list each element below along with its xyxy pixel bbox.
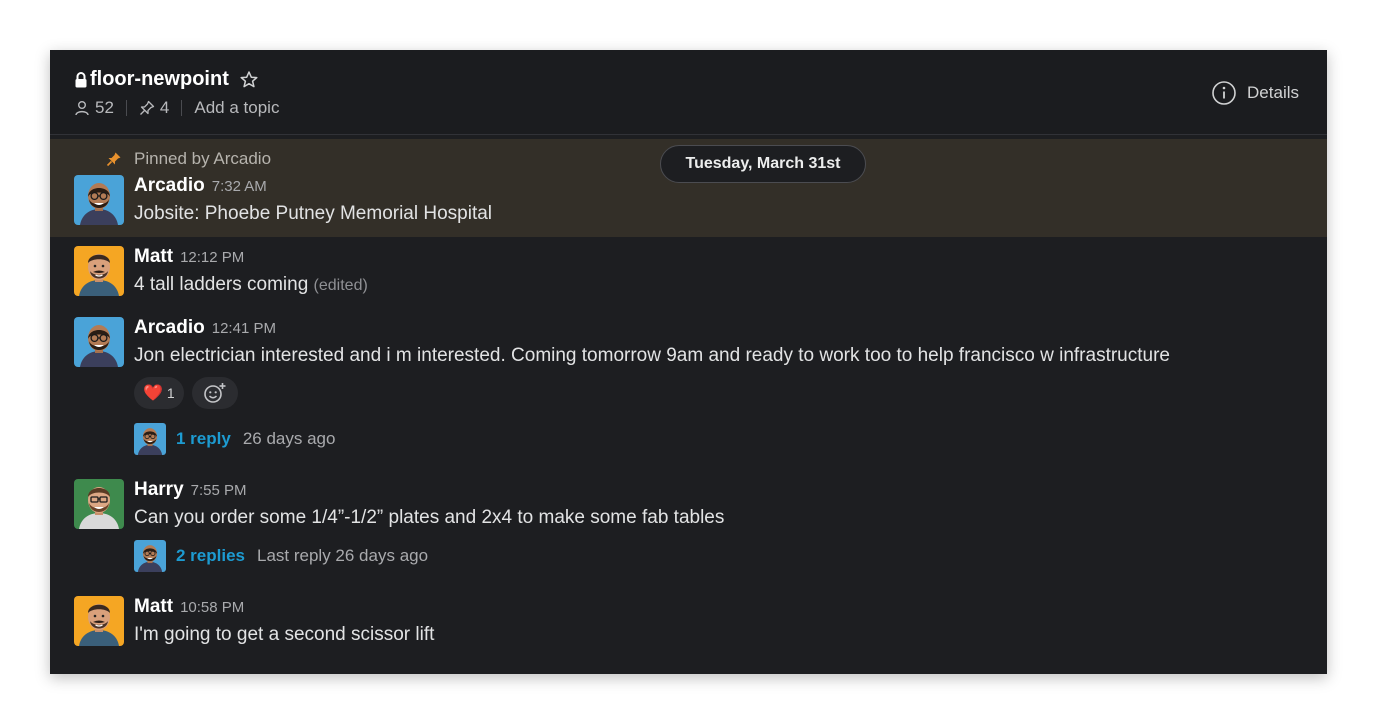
channel-header: floor-newpoint 52 4 Add a topic Details: [50, 50, 1327, 135]
thread-summary[interactable]: 1 reply 26 days ago: [134, 423, 335, 455]
timestamp[interactable]: 7:32 AM: [212, 178, 267, 195]
message-text: I'm going to get a second scissor lift: [134, 624, 435, 645]
pinned-label-row: Pinned by Arcadio: [106, 149, 271, 169]
timestamp[interactable]: 10:58 PM: [180, 599, 244, 616]
author-name[interactable]: Harry: [134, 479, 184, 501]
member-count: 52: [95, 98, 114, 117]
channel-window: floor-newpoint 52 4 Add a topic Details …: [50, 50, 1327, 674]
divider: [125, 100, 127, 116]
timestamp[interactable]: 12:41 PM: [212, 320, 276, 337]
reaction-heart[interactable]: ❤️ 1: [134, 377, 184, 409]
heart-emoji: ❤️: [143, 385, 163, 402]
message-header: Arcadio 7:32 AM: [134, 175, 267, 197]
avatar[interactable]: [74, 317, 124, 367]
add-emoji-icon: [203, 382, 227, 404]
thread-last-reply: Last reply 26 days ago: [257, 546, 429, 565]
reactions-row: ❤️ 1: [134, 377, 238, 409]
reaction-count: 1: [166, 385, 175, 401]
channel-title-row: floor-newpoint: [74, 68, 259, 91]
avatar[interactable]: [74, 175, 124, 225]
avatar[interactable]: [74, 246, 124, 296]
member-count-button[interactable]: 52: [74, 98, 114, 118]
timestamp[interactable]: 12:12 PM: [180, 249, 244, 266]
person-icon: [74, 100, 90, 116]
avatar: [134, 423, 166, 455]
message-text: Can you order some 1/4”-1/2” plates and …: [134, 507, 725, 528]
message-text: 4 tall ladders coming: [134, 274, 309, 295]
add-topic-button[interactable]: Add a topic: [194, 98, 279, 118]
date-divider[interactable]: Tuesday, March 31st: [660, 145, 866, 183]
message-header: Arcadio 12:41 PM: [134, 317, 276, 339]
lock-icon: [74, 71, 88, 89]
message-text: Jobsite: Phoebe Putney Memorial Hospital: [134, 203, 493, 224]
message-text-row: 4 tall ladders coming (edited): [134, 274, 368, 296]
pinned-by-text: Pinned by Arcadio: [134, 149, 272, 168]
thread-summary[interactable]: 2 replies Last reply 26 days ago: [134, 540, 428, 572]
message-header: Harry 7:55 PM: [134, 479, 247, 501]
channel-meta-row: 52 4 Add a topic: [74, 98, 279, 118]
channel-name[interactable]: floor-newpoint: [90, 68, 229, 91]
info-icon: [1211, 80, 1237, 106]
author-name[interactable]: Matt: [134, 246, 173, 268]
pin-count: 4: [159, 98, 170, 117]
divider: [181, 100, 183, 116]
thread-replies-link[interactable]: 2 replies: [176, 546, 245, 566]
details-button[interactable]: Details: [1211, 80, 1299, 106]
author-name[interactable]: Matt: [134, 596, 173, 618]
message-text: Jon electrician interested and i m inter…: [134, 345, 1170, 366]
thread-last-reply: 26 days ago: [242, 429, 336, 448]
details-label: Details: [1247, 83, 1299, 102]
add-reaction-button[interactable]: [191, 377, 238, 409]
message-header: Matt 12:12 PM: [134, 246, 244, 268]
pinned-count-button[interactable]: 4: [139, 98, 169, 118]
pin-icon: [139, 100, 155, 116]
edited-label: (edited): [313, 277, 368, 294]
timestamp[interactable]: 7:55 PM: [191, 482, 247, 499]
author-name[interactable]: Arcadio: [134, 175, 205, 197]
avatar[interactable]: [74, 596, 124, 646]
author-name[interactable]: Arcadio: [134, 317, 205, 339]
star-icon[interactable]: [239, 70, 259, 90]
avatar: [134, 540, 166, 572]
message-header: Matt 10:58 PM: [134, 596, 244, 618]
avatar[interactable]: [74, 479, 124, 529]
pin-icon: [106, 151, 122, 167]
thread-replies-link[interactable]: 1 reply: [176, 429, 231, 449]
